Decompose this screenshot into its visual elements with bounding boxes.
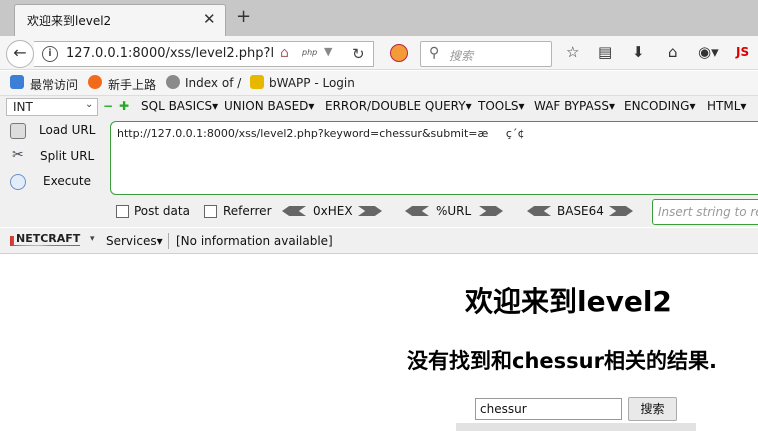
addon-icon[interactable]: ◉▾ (698, 43, 719, 61)
download-icon[interactable]: ⬇ (632, 43, 645, 61)
php-badge: php (302, 48, 318, 57)
tab-close-icon[interactable]: ✕ (203, 10, 216, 28)
result-message: 没有找到和chessur相关的结果. (407, 349, 717, 373)
referrer-label: Referrer (223, 204, 272, 218)
bookmark-icon (10, 75, 24, 89)
home-icon[interactable]: ⌂ (280, 45, 289, 61)
url-text[interactable]: 127.0.0.1:8000/xss/level2.php?l (66, 46, 274, 61)
plus-icon[interactable]: ✚ (119, 99, 129, 113)
load-url-icon (10, 123, 26, 139)
menu-sql-basics[interactable]: SQL BASICS▾ (141, 99, 218, 113)
url-textarea[interactable]: http://127.0.0.1:8000/xss/level2.php?key… (110, 121, 758, 195)
divider (168, 233, 169, 249)
star-icon[interactable]: ☆ (566, 43, 579, 61)
block-addon-icon[interactable] (390, 44, 408, 62)
url-dropdown-icon[interactable]: ▼ (324, 45, 332, 58)
tab-title: 欢迎来到level2 (27, 14, 112, 28)
search-submit-button[interactable]: 搜索 (628, 397, 677, 421)
tab-active[interactable]: 欢迎来到level2 ✕ (14, 4, 226, 36)
menu-waf-bypass[interactable]: WAF BYPASS▾ (534, 99, 615, 113)
bookmark-item[interactable]: 最常访问 (30, 76, 78, 93)
menu-html[interactable]: HTML▾ (707, 99, 746, 113)
dropdown-icon[interactable]: ▾ (90, 234, 95, 244)
url-encode-arrow-icon[interactable] (479, 206, 503, 216)
search-placeholder: 搜索 (449, 49, 474, 63)
info-icon[interactable]: i (42, 46, 58, 62)
int-select-value: INT (13, 100, 33, 114)
netcraft-logo[interactable]: NETCRAFT (14, 232, 83, 245)
int-select[interactable]: INT ⌄ (6, 98, 98, 116)
base64-decode-arrow-icon[interactable] (527, 206, 551, 216)
url-decode-arrow-icon[interactable] (405, 206, 429, 216)
reload-icon[interactable]: ↻ (352, 45, 365, 63)
bookmarks-bar: 最常访问 新手上路 Index of / bWAPP - Login (0, 71, 758, 95)
split-url-button[interactable]: Split URL (40, 149, 94, 163)
hex-decode-arrow-icon[interactable] (282, 206, 306, 216)
menu-error-double-query[interactable]: ERROR/DOUBLE QUERY▾ (325, 99, 472, 113)
reading-list-icon[interactable]: ▤ (598, 43, 612, 61)
menu-tools[interactable]: TOOLS▾ (478, 99, 525, 113)
netcraft-info: [No information available] (176, 234, 333, 248)
referrer-checkbox[interactable] (204, 205, 217, 218)
insert-string-placeholder: Insert string to re (658, 205, 758, 219)
tab-strip: 欢迎来到level2 ✕ + (0, 0, 758, 36)
split-url-icon: ✂ (12, 147, 24, 163)
globe-icon (166, 75, 180, 89)
keyword-input[interactable]: chessur (475, 398, 622, 420)
url-bar[interactable]: i 127.0.0.1:8000/xss/level2.php?l ⌂ php … (34, 41, 374, 67)
execute-button[interactable]: Execute (43, 174, 91, 188)
hex-encode-arrow-icon[interactable] (358, 206, 382, 216)
hackbar-body: Load URL ✂ Split URL Execute http://127.… (0, 117, 758, 227)
firefox-icon (88, 75, 102, 89)
bookmark-item[interactable]: 新手上路 (108, 76, 156, 93)
hex-label: 0xHEX (313, 204, 353, 218)
navigation-bar: i 127.0.0.1:8000/xss/level2.php?l ⌂ php … (0, 36, 758, 70)
search-icon: ⚲ (429, 45, 440, 61)
netcraft-toolbar: NETCRAFT ▾ Services▾ [No information ava… (0, 228, 758, 254)
load-url-button[interactable]: Load URL (39, 123, 95, 137)
back-button[interactable]: ← (6, 40, 34, 68)
insert-string-input[interactable]: Insert string to re (652, 199, 758, 225)
page-image (456, 423, 696, 431)
menu-encoding[interactable]: ENCODING▾ (624, 99, 695, 113)
search-input[interactable]: ⚲ 搜索 (420, 41, 552, 67)
hackbar-menu: INT ⌄ − ✚ SQL BASICS▾ UNION BASED▾ ERROR… (0, 95, 758, 117)
bookmark-item[interactable]: Index of / (185, 76, 241, 90)
menu-union-based[interactable]: UNION BASED▾ (224, 99, 314, 113)
post-data-label: Post data (134, 204, 190, 218)
minus-icon[interactable]: − (103, 99, 113, 113)
execute-icon (10, 174, 26, 190)
bookmark-item[interactable]: bWAPP - Login (269, 76, 355, 90)
page-title: 欢迎来到level2 (465, 285, 672, 318)
url-textarea-value: http://127.0.0.1:8000/xss/level2.php?key… (117, 127, 525, 140)
bee-icon (250, 75, 264, 89)
chevron-down-icon: ⌄ (85, 99, 94, 110)
js-icon[interactable]: JS (736, 45, 749, 59)
base64-encode-arrow-icon[interactable] (609, 206, 633, 216)
post-data-checkbox[interactable] (116, 205, 129, 218)
services-menu[interactable]: Services▾ (106, 234, 163, 248)
keyword-input-value: chessur (480, 402, 527, 416)
url-label: %URL (436, 204, 472, 218)
base64-label: BASE64 (557, 204, 604, 218)
new-tab-button[interactable]: + (236, 6, 251, 27)
home-icon[interactable]: ⌂ (668, 43, 678, 61)
